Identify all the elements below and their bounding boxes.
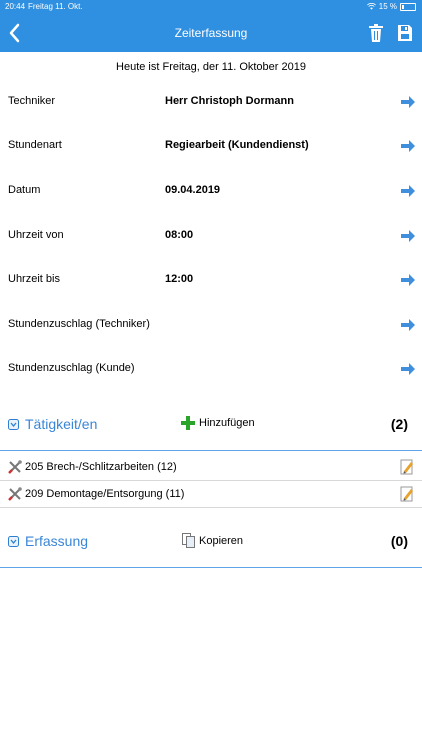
field-row-zuschlag-kunde[interactable]: Stundenzuschlag (Kunde) [0, 350, 422, 390]
field-label: Techniker [8, 95, 56, 107]
trash-icon[interactable] [368, 23, 384, 43]
wifi-icon [366, 3, 376, 10]
add-taetigkeit-button[interactable]: Hinzufügen [181, 416, 255, 430]
arrow-right-icon[interactable] [401, 363, 415, 375]
field-row-uhrzeit-von[interactable]: Uhrzeit von 08:00 [0, 217, 422, 257]
collapse-toggle-icon[interactable] [8, 536, 19, 547]
field-value: 12:00 [165, 273, 194, 285]
field-value: Herr Christoph Dormann [165, 95, 294, 107]
field-row-uhrzeit-bis[interactable]: Uhrzeit bis 12:00 [0, 261, 422, 301]
copy-icon [182, 533, 195, 548]
field-label: Uhrzeit von [8, 229, 64, 241]
section-divider [0, 567, 422, 568]
battery-icon [400, 2, 416, 11]
taetigkeiten-count: (2) [390, 416, 408, 432]
battery-percent: 15 % [378, 2, 397, 11]
nav-bar: Zeiterfassung [0, 14, 422, 52]
arrow-right-icon[interactable] [401, 185, 415, 197]
erfassung-count: (0) [390, 533, 408, 549]
edit-note-icon[interactable] [400, 486, 414, 502]
section-title: Tätigkeit/en [25, 416, 98, 432]
item-text: 209 Demontage/Entsorgung (11) [25, 488, 185, 500]
field-label: Datum [8, 184, 41, 196]
field-value: Regiearbeit (Kundendienst) [165, 139, 309, 151]
list-item[interactable]: 205 Brech-/Schlitzarbeiten (12) [0, 454, 422, 481]
arrow-right-icon[interactable] [401, 274, 415, 286]
arrow-right-icon[interactable] [401, 319, 415, 331]
field-value: 08:00 [165, 229, 194, 241]
arrow-right-icon[interactable] [401, 230, 415, 242]
field-value: 09.04.2019 [165, 184, 221, 196]
status-bar: 20:44 Freitag 11. Okt. 15 % [0, 0, 422, 14]
add-label: Hinzufügen [199, 417, 255, 429]
status-right: 15 % [366, 2, 416, 11]
field-label: Stundenzuschlag (Techniker) [8, 318, 150, 330]
item-text: 205 Brech-/Schlitzarbeiten (12) [25, 461, 177, 473]
field-row-zuschlag-techniker[interactable]: Stundenzuschlag (Techniker) [0, 306, 422, 346]
field-row-stundenart[interactable]: Stundenart Regiearbeit (Kundendienst) [0, 127, 422, 167]
save-icon[interactable] [397, 23, 413, 43]
arrow-right-icon[interactable] [401, 96, 415, 108]
today-banner: Heute ist Freitag, der 11. Oktober 2019 [116, 61, 306, 73]
status-date: Freitag 11. Okt. [28, 2, 83, 11]
field-label: Uhrzeit bis [8, 273, 60, 285]
edit-note-icon[interactable] [400, 459, 414, 475]
page-title: Zeiterfassung [174, 26, 248, 40]
tools-icon [8, 487, 22, 501]
collapse-toggle-icon[interactable] [8, 419, 19, 430]
tools-icon [8, 460, 22, 474]
field-label: Stundenzuschlag (Kunde) [8, 362, 135, 374]
section-title: Erfassung [25, 533, 89, 549]
plus-icon [181, 416, 195, 430]
copy-button[interactable]: Kopieren [182, 533, 243, 548]
field-row-techniker[interactable]: Techniker Herr Christoph Dormann [0, 83, 422, 123]
copy-label: Kopieren [199, 534, 244, 547]
list-item[interactable]: 209 Demontage/Entsorgung (11) [0, 481, 422, 508]
section-divider [0, 450, 422, 451]
field-row-datum[interactable]: Datum 09.04.2019 [0, 172, 422, 212]
status-time: 20:44 [5, 2, 26, 11]
section-erfassung: Erfassung Kopieren (0) [0, 528, 422, 558]
arrow-right-icon[interactable] [401, 140, 415, 152]
field-label: Stundenart [8, 139, 62, 151]
section-taetigkeiten: Tätigkeit/en Hinzufügen (2) [0, 411, 422, 441]
